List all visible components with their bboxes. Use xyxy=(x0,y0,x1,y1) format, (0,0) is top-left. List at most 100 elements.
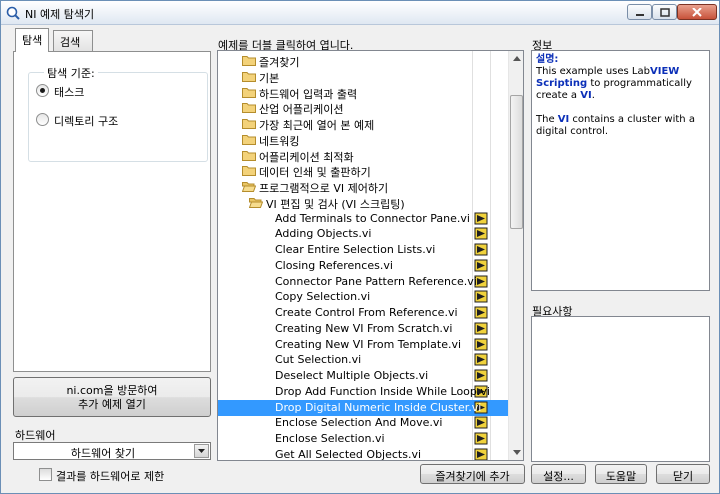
example-vi-row[interactable]: Copy Selection.vi xyxy=(218,289,509,305)
list-item-label: Get All Selected Objects.vi xyxy=(275,447,422,461)
info-panel: 설명: This example uses LabVIEW Scripting … xyxy=(531,50,710,291)
list-item-label: 프로그램적으로 VI 제어하기 xyxy=(259,182,389,195)
close-window-button[interactable] xyxy=(677,4,717,20)
list-item-label: 기본 xyxy=(259,71,280,85)
folder-row[interactable]: VI 편집 및 검사 (VI 스크립팅) xyxy=(218,195,509,211)
description-paragraph-2: The VI contains a cluster with a digital… xyxy=(536,114,705,138)
tab-browse-label: 탐색 xyxy=(22,34,43,47)
example-vi-row[interactable]: Cut Selection.vi xyxy=(218,352,509,368)
list-item-label: 데이터 인쇄 및 출판하기 xyxy=(259,166,371,180)
ni-app-icon xyxy=(6,6,20,20)
example-vi-row[interactable]: Create Control From Reference.vi xyxy=(218,305,509,321)
example-vi-row[interactable]: Deselect Multiple Objects.vi xyxy=(218,368,509,384)
scroll-up-button[interactable] xyxy=(509,51,523,67)
list-item-label: Adding Objects.vi xyxy=(275,227,372,241)
list-item-label: Drop Add Function Inside While Loop.vi xyxy=(275,384,490,398)
example-vi-row[interactable]: Clear Entire Selection Lists.vi xyxy=(218,242,509,258)
open-folder-icon xyxy=(241,181,257,192)
limit-to-hardware-label: 결과를 하드웨어로 제한 xyxy=(56,470,165,483)
vi-run-icon xyxy=(474,227,488,240)
chevron-down-icon xyxy=(198,449,205,453)
example-vi-row[interactable]: Enclose Selection And Move.vi xyxy=(218,415,509,431)
folder-row[interactable]: 기본 xyxy=(218,69,509,85)
desc-keyword: Scripting xyxy=(536,78,588,89)
close-button[interactable]: 닫기 xyxy=(656,464,710,484)
visit-button-line2: 추가 예제 열기 xyxy=(78,398,146,411)
add-to-favorites-button[interactable]: 즐겨찾기에 추가 xyxy=(420,464,525,484)
hardware-select[interactable]: 하드웨어 찾기 xyxy=(13,442,211,460)
example-vi-row[interactable]: Add Terminals to Connector Pane.vi xyxy=(218,211,509,227)
vi-run-icon xyxy=(474,416,488,429)
visit-button-line1: ni.com을 방문하여 xyxy=(66,384,158,397)
visit-ni-com-button[interactable]: ni.com을 방문하여 추가 예제 열기 xyxy=(13,377,211,417)
description-paragraph-1: This example uses LabVIEW Scripting to p… xyxy=(536,66,705,102)
vi-run-icon xyxy=(474,353,488,366)
example-finder-window: NI 예제 탐색기 탐색 검색 탐색 기준: 태스크 디렉토리 구조 ni.co… xyxy=(0,0,720,494)
list-item-label: 네트워킹 xyxy=(259,134,300,148)
desc-keyword: VI xyxy=(557,114,570,125)
list-item-label: Cut Selection.vi xyxy=(275,353,362,367)
folder-icon xyxy=(242,87,256,98)
example-tree[interactable]: 즐겨찾기기본 하드웨어 입력과 출력산업 어플리케이션 가장 최근에 열어 본 예제… xyxy=(217,50,524,461)
vi-run-icon xyxy=(474,338,488,351)
minimize-icon xyxy=(636,14,644,16)
folder-icon xyxy=(242,102,256,114)
folder-row[interactable]: 네트워킹 xyxy=(218,132,509,148)
list-scrollbar[interactable] xyxy=(508,51,523,460)
help-button[interactable]: 도움말 xyxy=(595,464,647,484)
vi-run-icon xyxy=(474,448,488,460)
desc-text: This example uses Lab xyxy=(536,66,650,77)
list-item-label: Closing References.vi xyxy=(275,258,393,272)
list-item-label: 산업 어플리케이션 xyxy=(259,103,344,117)
example-vi-row[interactable]: Drop Add Function Inside While Loop.vi xyxy=(218,384,509,400)
vi-run-icon xyxy=(474,322,488,335)
list-item-label: Creating New VI From Template.vi xyxy=(275,337,462,351)
tab-search[interactable]: 검색 xyxy=(53,30,93,51)
folder-row[interactable]: 하드웨어 입력과 출력 xyxy=(218,85,509,101)
list-item-label: Copy Selection.vi xyxy=(275,290,371,304)
radio-task[interactable] xyxy=(36,84,49,97)
dropdown-arrow[interactable] xyxy=(194,444,209,458)
example-vi-row[interactable]: Closing References.vi xyxy=(218,258,509,274)
list-item-label: Create Control From Reference.vi xyxy=(275,306,458,319)
hardware-label: 하드웨어 xyxy=(15,429,56,442)
arrow-down-icon xyxy=(513,450,521,455)
folder-icon xyxy=(242,150,256,161)
arrow-up-icon xyxy=(513,56,521,61)
maximize-button[interactable] xyxy=(652,4,677,20)
example-vi-row[interactable]: Creating New VI From Template.vi xyxy=(218,337,509,353)
example-vi-row[interactable]: Adding Objects.vi xyxy=(218,226,509,242)
desc-text: The xyxy=(536,114,558,125)
list-item-label: 어플리케이션 최적화 xyxy=(259,150,354,164)
folder-row[interactable]: 어플리케이션 최적화 xyxy=(218,148,509,164)
list-item-label: 즐겨찾기 xyxy=(259,56,300,69)
desc-keyword: VIEW xyxy=(649,66,680,77)
example-vi-row[interactable]: Get All Selected Objects.vi xyxy=(218,447,509,461)
folder-row[interactable]: 가장 최근에 열어 본 예제 xyxy=(218,116,509,132)
vi-run-icon xyxy=(474,243,488,256)
radio-directory-label: 디렉토리 구조 xyxy=(54,115,119,128)
limit-to-hardware-checkbox[interactable] xyxy=(39,468,52,481)
vi-run-icon xyxy=(474,432,488,445)
hardware-select-value: 하드웨어 찾기 xyxy=(70,447,136,460)
browse-by-label: 탐색 기준: xyxy=(44,65,98,81)
example-vi-row[interactable]: Creating New VI From Scratch.vi xyxy=(218,321,509,337)
folder-row[interactable]: 산업 어플리케이션 xyxy=(218,100,509,116)
description-title: 설명: xyxy=(536,54,559,65)
tab-search-label: 검색 xyxy=(60,36,81,49)
settings-button[interactable]: 설정... xyxy=(531,464,586,484)
folder-row[interactable]: 데이터 인쇄 및 출판하기 xyxy=(218,163,509,179)
tab-browse[interactable]: 탐색 xyxy=(15,28,50,52)
example-vi-row[interactable]: Enclose Selection.vi xyxy=(218,431,509,447)
example-vi-row[interactable]: Drop Digital Numeric Inside Cluster.vi xyxy=(218,399,509,416)
scroll-down-button[interactable] xyxy=(509,444,523,460)
vi-run-icon xyxy=(474,259,488,272)
scroll-thumb[interactable] xyxy=(510,95,523,229)
radio-directory[interactable] xyxy=(36,113,49,126)
folder-row[interactable]: 즐겨찾기 xyxy=(218,53,509,69)
example-vi-row[interactable]: Connector Pane Pattern Reference.vi xyxy=(218,274,509,290)
minimize-button[interactable] xyxy=(627,4,652,20)
folder-row[interactable]: 프로그램적으로 VI 제어하기 xyxy=(218,179,509,195)
folder-icon xyxy=(242,165,256,177)
window-title: NI 예제 탐색기 xyxy=(25,8,95,21)
